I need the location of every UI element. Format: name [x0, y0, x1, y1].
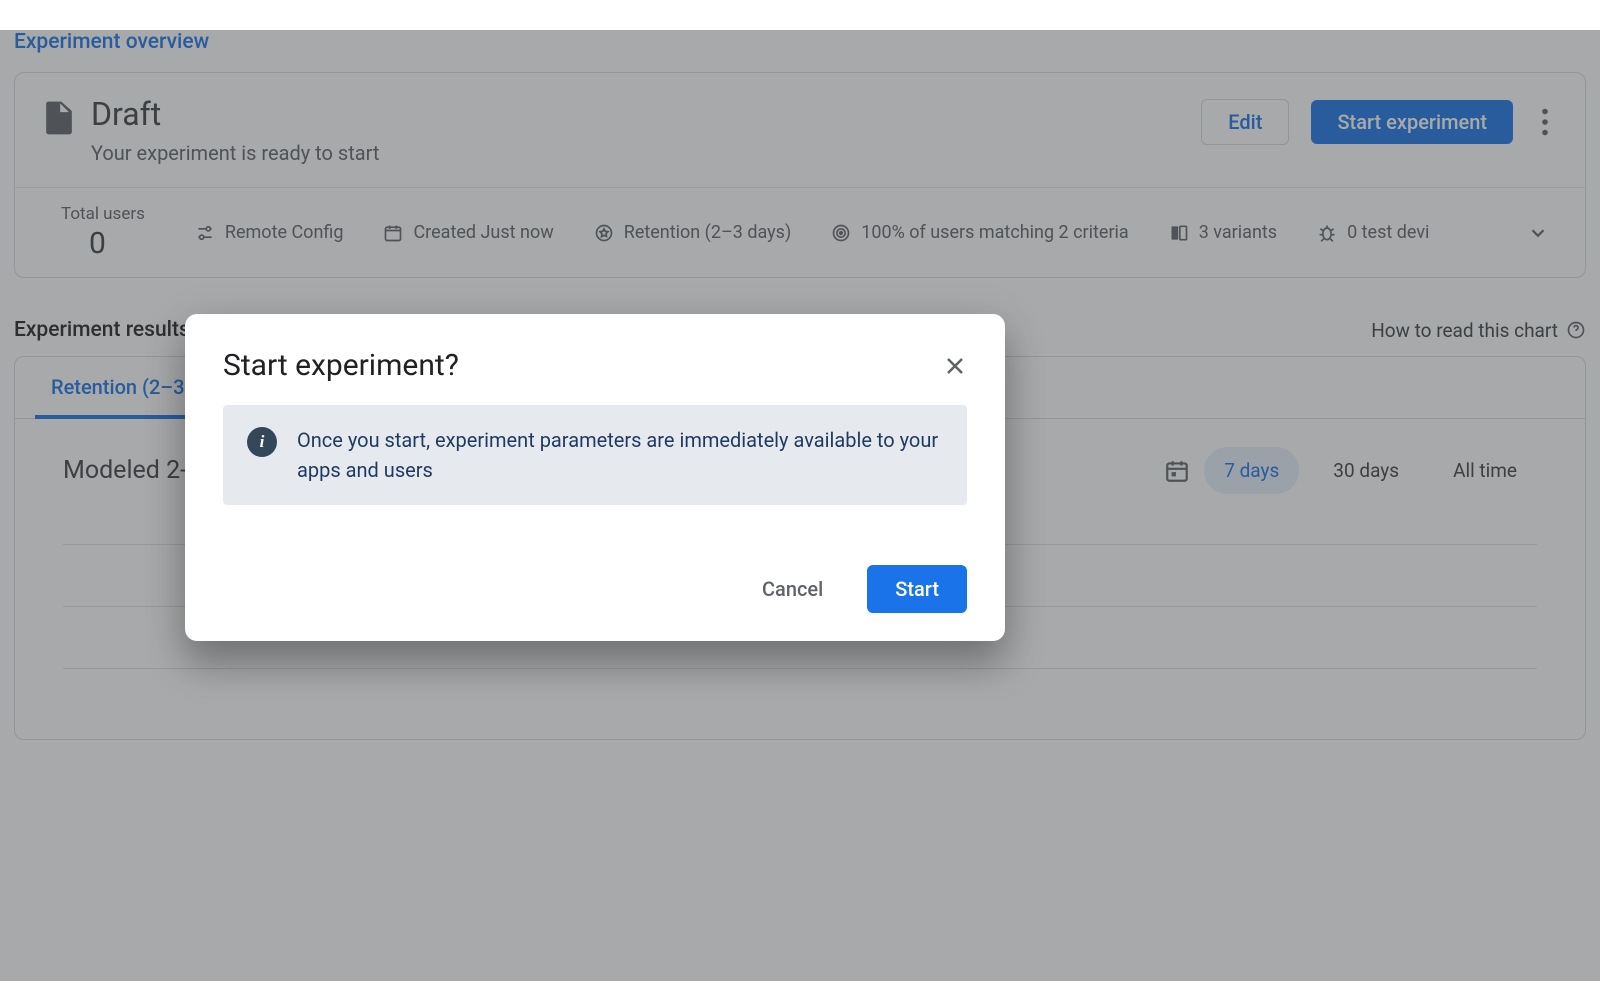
- dialog-start-button[interactable]: Start: [867, 565, 967, 613]
- dialog-title: Start experiment?: [223, 348, 459, 383]
- dialog-info-banner: i Once you start, experiment parameters …: [223, 405, 967, 505]
- info-icon: i: [247, 427, 277, 457]
- start-experiment-dialog: Start experiment? i Once you start, expe…: [185, 314, 1005, 641]
- close-icon: [943, 354, 967, 378]
- dialog-cancel-button[interactable]: Cancel: [734, 565, 851, 613]
- dialog-info-text: Once you start, experiment parameters ar…: [297, 425, 943, 485]
- dialog-close-button[interactable]: [943, 354, 967, 378]
